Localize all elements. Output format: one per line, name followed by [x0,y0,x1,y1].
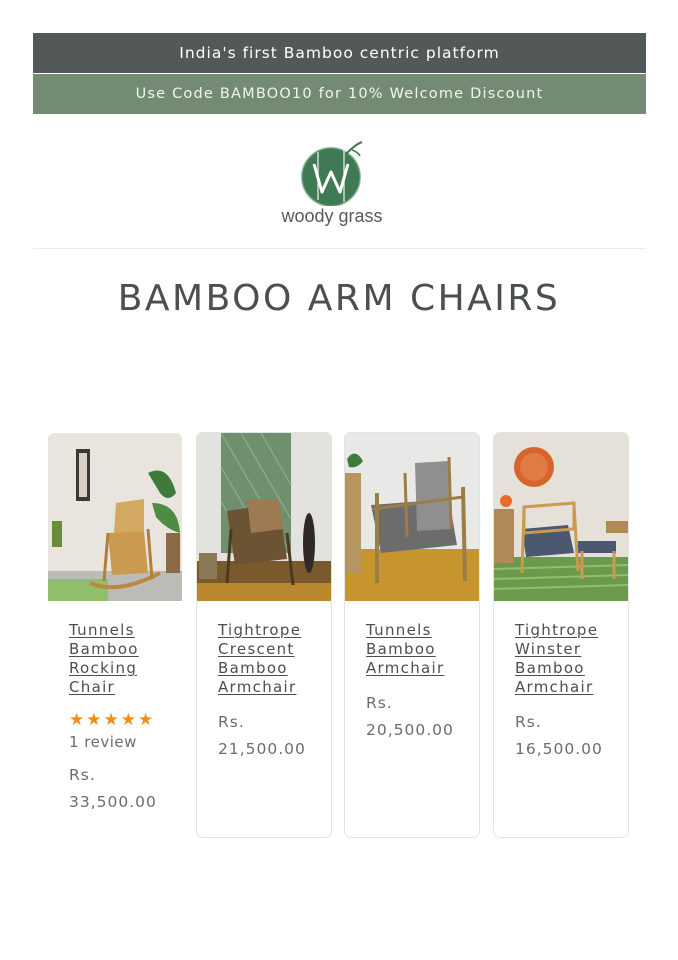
collection-title: BAMBOO ARM CHAIRS [117,278,561,319]
product-title-link[interactable]: Tightrope Winster Bamboo Armchair [515,621,619,697]
bamboo-w-logo-icon [301,141,363,207]
product-price: Rs. 33,500.00 [69,766,157,811]
product-image[interactable] [345,433,479,601]
promo-text: Use Code BAMBOO10 for 10% Welcome Discou… [135,86,544,102]
product-card[interactable]: Tightrope Crescent Bamboo Armchair Rs. 2… [196,432,332,838]
star-rating: ★★★★★ [69,710,156,730]
review-count: 1 review [69,733,137,751]
header-divider [33,248,646,249]
site-logo[interactable]: woody grass [270,140,394,232]
product-card[interactable]: Tightrope Winster Bamboo Armchair Rs. 16… [493,432,629,838]
product-image[interactable] [494,433,628,601]
product-image[interactable] [48,433,182,601]
product-card[interactable]: Tunnels Bamboo Rocking Chair ★★★★★ 1 rev… [48,432,183,838]
product-title-link[interactable]: Tunnels Bamboo Armchair [366,621,470,678]
logo-wordmark: woody grass [281,206,383,226]
product-title-link[interactable]: Tunnels Bamboo Rocking Chair [69,621,173,697]
announcement-bar: India's first Bamboo centric platform [33,33,646,73]
page: India's first Bamboo centric platform Us… [0,0,678,960]
product-card[interactable]: Tunnels Bamboo Armchair Rs. 20,500.00 [344,432,480,838]
announcement-text: India's first Bamboo centric platform [179,44,500,62]
product-image[interactable] [197,433,331,601]
product-price: Rs. 21,500.00 [218,713,306,758]
promo-bar: Use Code BAMBOO10 for 10% Welcome Discou… [33,74,646,114]
product-price: Rs. 16,500.00 [515,713,603,758]
product-price: Rs. 20,500.00 [366,694,454,739]
product-title-link[interactable]: Tightrope Crescent Bamboo Armchair [218,621,322,697]
